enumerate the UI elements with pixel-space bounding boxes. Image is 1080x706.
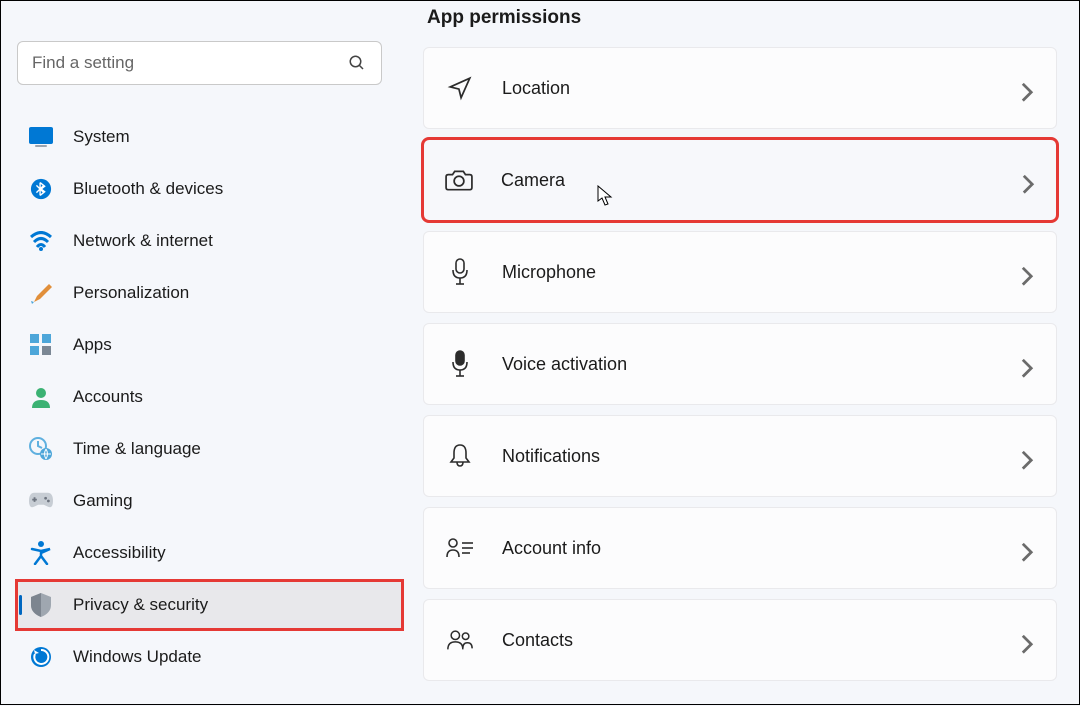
sidebar-item-privacy-security[interactable]: Privacy & security (17, 581, 402, 629)
sidebar-item-label: System (73, 127, 130, 147)
voice-activation-icon (446, 350, 474, 378)
camera-icon (445, 166, 473, 194)
gaming-icon (29, 489, 53, 513)
sidebar-item-label: Bluetooth & devices (73, 179, 223, 199)
bluetooth-icon (29, 177, 53, 201)
permission-item-account-info[interactable]: Account info (423, 507, 1057, 589)
permission-label: Notifications (502, 446, 600, 467)
sidebar-item-label: Accessibility (73, 543, 166, 563)
chevron-right-icon (1020, 357, 1034, 371)
search-icon (348, 54, 366, 72)
location-icon (446, 74, 474, 102)
sidebar-item-label: Privacy & security (73, 595, 208, 615)
permission-item-contacts[interactable]: Contacts (423, 599, 1057, 681)
accounts-icon (29, 385, 53, 409)
chevron-right-icon (1020, 81, 1034, 95)
account-info-icon (446, 534, 474, 562)
permission-label: Microphone (502, 262, 596, 283)
permission-label: Voice activation (502, 354, 627, 375)
sidebar-item-time-language[interactable]: Time & language (17, 425, 402, 473)
sidebar-item-apps[interactable]: Apps (17, 321, 402, 369)
permission-item-camera[interactable]: Camera (423, 139, 1057, 221)
chevron-right-icon (1020, 449, 1034, 463)
sidebar-item-label: Windows Update (73, 647, 202, 667)
search-container (17, 41, 382, 85)
apps-icon (29, 333, 53, 357)
clock-globe-icon (29, 437, 53, 461)
permission-label: Account info (502, 538, 601, 559)
search-input[interactable] (17, 41, 382, 85)
permission-item-voice-activation[interactable]: Voice activation (423, 323, 1057, 405)
bell-icon (446, 442, 474, 470)
permission-label: Camera (501, 170, 565, 191)
permission-item-location[interactable]: Location (423, 47, 1057, 129)
sidebar-item-label: Time & language (73, 439, 201, 459)
permission-label: Contacts (502, 630, 573, 651)
chevron-right-icon (1021, 173, 1035, 187)
sidebar-nav: System Bluetooth & devices Network & int… (17, 113, 401, 681)
sidebar-item-system[interactable]: System (17, 113, 402, 161)
chevron-right-icon (1020, 265, 1034, 279)
sidebar-item-label: Personalization (73, 283, 189, 303)
accessibility-icon (29, 541, 53, 565)
sidebar-item-accounts[interactable]: Accounts (17, 373, 402, 421)
sidebar-item-bluetooth[interactable]: Bluetooth & devices (17, 165, 402, 213)
update-icon (29, 645, 53, 669)
sidebar-item-windows-update[interactable]: Windows Update (17, 633, 402, 681)
sidebar-item-gaming[interactable]: Gaming (17, 477, 402, 525)
shield-icon (29, 593, 53, 617)
contacts-icon (446, 626, 474, 654)
permission-label: Location (502, 78, 570, 99)
permission-item-microphone[interactable]: Microphone (423, 231, 1057, 313)
chevron-right-icon (1020, 633, 1034, 647)
sidebar-item-network[interactable]: Network & internet (17, 217, 402, 265)
microphone-icon (446, 258, 474, 286)
wifi-icon (29, 229, 53, 253)
paintbrush-icon (29, 281, 53, 305)
sidebar-item-label: Accounts (73, 387, 143, 407)
section-title: App permissions (427, 7, 1057, 29)
system-icon (29, 125, 53, 149)
sidebar-item-personalization[interactable]: Personalization (17, 269, 402, 317)
sidebar-item-label: Gaming (73, 491, 133, 511)
permission-item-notifications[interactable]: Notifications (423, 415, 1057, 497)
main-content: App permissions Location Camera Micropho… (401, 1, 1079, 706)
permissions-list: Location Camera Microphone Voice activat… (423, 47, 1057, 681)
sidebar: System Bluetooth & devices Network & int… (1, 1, 401, 704)
sidebar-item-label: Network & internet (73, 231, 213, 251)
sidebar-item-label: Apps (73, 335, 112, 355)
chevron-right-icon (1020, 541, 1034, 555)
sidebar-item-accessibility[interactable]: Accessibility (17, 529, 402, 577)
